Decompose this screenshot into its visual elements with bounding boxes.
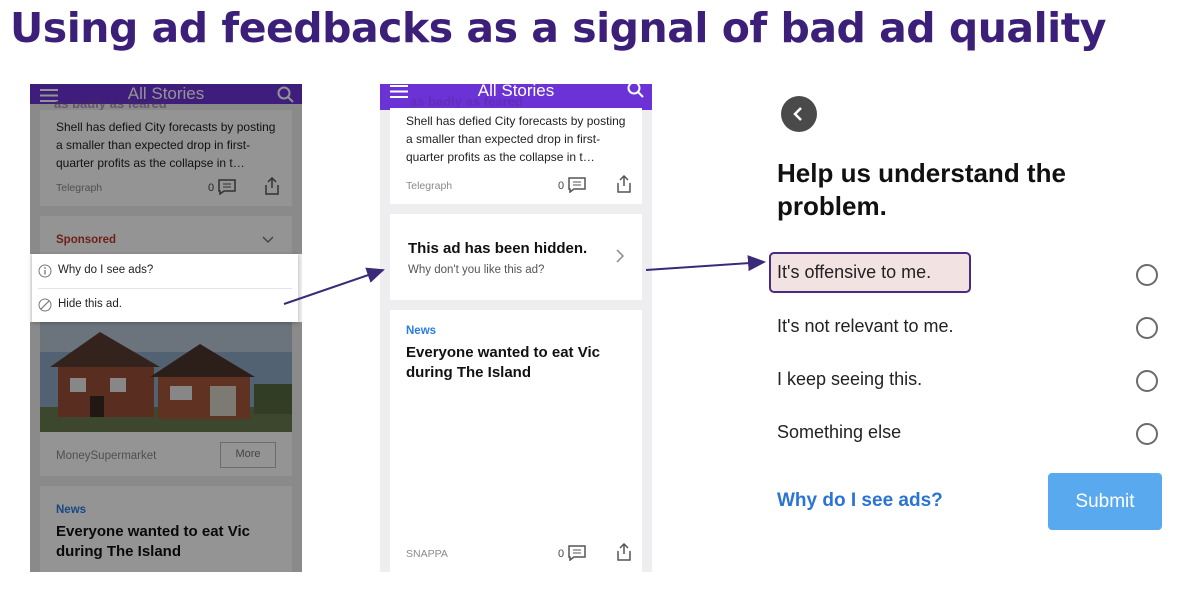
story-card[interactable]: News Everyone wanted to eat Vic during T… bbox=[390, 310, 642, 572]
dim-overlay-bottom bbox=[30, 322, 302, 572]
story-source: Telegraph bbox=[406, 180, 453, 192]
story-source: SNAPPA bbox=[406, 548, 448, 560]
phone-screen-ad-hidden: All Stories as badly as feared Shell has… bbox=[380, 84, 652, 572]
phone-screen-ad-menu: All Stories as badly as feared Shell has… bbox=[30, 84, 302, 572]
story-headline: Everyone wanted to eat Vic during The Is… bbox=[406, 344, 600, 381]
menu-item-why-ads[interactable]: Why do I see ads? bbox=[32, 254, 298, 288]
story-card[interactable]: Shell has defied City forecasts by posti… bbox=[390, 108, 642, 204]
chevron-right-icon[interactable] bbox=[616, 249, 624, 263]
hidden-ad-subtitle: Why don't you like this ad? bbox=[408, 264, 545, 276]
comment-count: 0 bbox=[558, 548, 565, 560]
slide-title: Using ad feedbacks as a signal of bad ad… bbox=[10, 4, 1107, 52]
option-something-else[interactable]: Something else bbox=[777, 422, 901, 443]
survey-title: Help us understand the problem. bbox=[777, 158, 1066, 221]
option-offensive[interactable]: It's offensive to me. bbox=[777, 262, 931, 283]
radio-offensive[interactable] bbox=[1136, 264, 1158, 286]
menu-item-hide-ad[interactable]: Hide this ad. bbox=[32, 288, 298, 322]
chevron-left-icon bbox=[793, 107, 802, 121]
option-keep-seeing[interactable]: I keep seeing this. bbox=[777, 369, 922, 390]
hidden-ad-card[interactable]: This ad has been hidden. Why don't you l… bbox=[390, 214, 642, 300]
why-see-ads-link[interactable]: Why do I see ads? bbox=[777, 490, 943, 512]
comment-icon[interactable] bbox=[568, 545, 586, 561]
menu-item-label: Hide this ad. bbox=[58, 298, 122, 310]
submit-button[interactable]: Submit bbox=[1048, 473, 1162, 530]
radio-not-relevant[interactable] bbox=[1136, 317, 1158, 339]
ad-options-menu: Why do I see ads? Hide this ad. bbox=[32, 254, 298, 322]
back-button[interactable] bbox=[781, 96, 817, 132]
menu-item-label: Why do I see ads? bbox=[58, 264, 154, 276]
share-icon[interactable] bbox=[616, 543, 632, 561]
search-icon[interactable] bbox=[627, 84, 644, 98]
arrow-hidden-to-survey bbox=[645, 255, 766, 272]
info-icon bbox=[38, 264, 52, 278]
radio-keep-seeing[interactable] bbox=[1136, 370, 1158, 392]
scrolled-headline: as badly as feared bbox=[410, 94, 523, 109]
option-not-relevant[interactable]: It's not relevant to me. bbox=[777, 316, 954, 337]
share-icon[interactable] bbox=[616, 175, 632, 193]
radio-something-else[interactable] bbox=[1136, 423, 1158, 445]
dim-overlay-top bbox=[30, 84, 302, 254]
hidden-ad-title: This ad has been hidden. bbox=[408, 240, 588, 257]
news-tag: News bbox=[406, 325, 437, 337]
story-excerpt: Shell has defied City forecasts by posti… bbox=[406, 114, 626, 164]
block-icon bbox=[38, 298, 52, 312]
comment-icon[interactable] bbox=[568, 177, 586, 193]
comment-count: 0 bbox=[558, 180, 565, 192]
